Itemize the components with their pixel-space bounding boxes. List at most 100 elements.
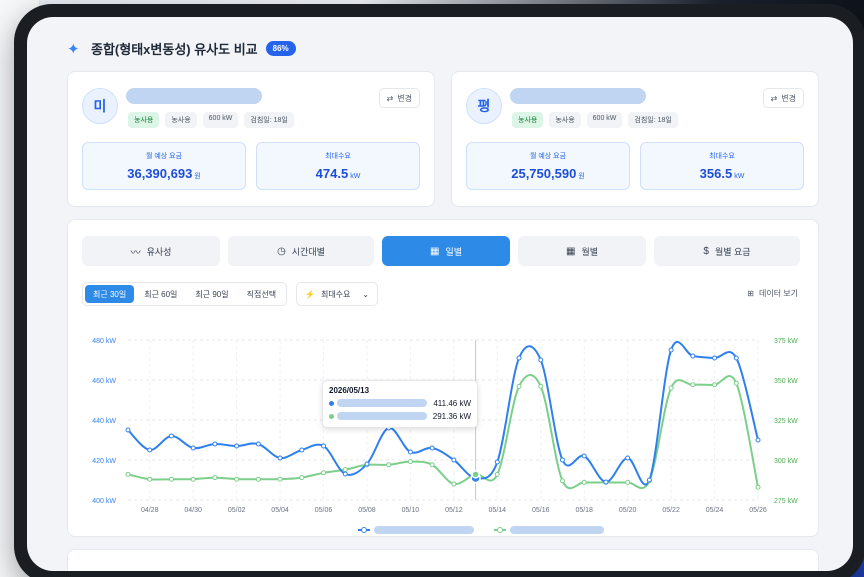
tag-usage: 농사용 bbox=[512, 112, 544, 128]
series-b-point bbox=[625, 479, 631, 485]
stat-number: 356.5 bbox=[699, 166, 733, 181]
tab-label: 유사성 bbox=[146, 246, 172, 257]
stat-unit: 원 bbox=[578, 173, 585, 180]
series-b-dot bbox=[329, 413, 334, 419]
stat-label: 최대수요 bbox=[325, 153, 351, 160]
series-a-point bbox=[581, 453, 587, 459]
chevron-down-icon: ⌄ bbox=[362, 289, 369, 299]
clock-icon: ◷ bbox=[277, 245, 286, 257]
stat-value: 36,390,693 원 bbox=[83, 166, 245, 181]
series-a-point bbox=[603, 479, 609, 485]
series-a-point bbox=[147, 447, 153, 453]
y-left-tick-label: 420 kW bbox=[92, 458, 116, 465]
site-tags: 농사용 농사용 600 kW 검침일: 18일 bbox=[128, 112, 294, 128]
stat-unit: kW bbox=[350, 173, 361, 180]
stat-monthly-fee: 월 예상 요금 36,390,693 원 bbox=[82, 142, 246, 190]
app-screen: ✦ 종합(형태x변동성) 유사도 비교 86% 미 ⇄ 변경 농사용 농사용 6… bbox=[27, 17, 853, 571]
series-b-point bbox=[125, 471, 131, 477]
series-b-point bbox=[451, 481, 457, 487]
change-site-button[interactable]: ⇄ 변경 bbox=[762, 88, 804, 108]
y-right-tick-label: 350 kW bbox=[774, 378, 798, 385]
swap-icon: ⇄ bbox=[386, 93, 394, 103]
stat-number: 36,390,693 bbox=[127, 166, 193, 181]
page-header: ✦ 종합(형태x변동성) 유사도 비교 86% bbox=[67, 39, 296, 58]
legend-series-b[interactable] bbox=[494, 526, 604, 534]
x-tick-label: 05/04 bbox=[271, 507, 289, 514]
series-b-point bbox=[234, 476, 240, 482]
tab-similarity[interactable]: 〰 유사성 bbox=[82, 236, 220, 266]
series-a-point bbox=[559, 457, 565, 463]
stat-peak-demand: 최대수요 356.5 kW bbox=[640, 142, 804, 190]
tag-usage: 농사용 bbox=[128, 112, 160, 128]
tab-hourly[interactable]: ◷ 시간대별 bbox=[228, 236, 374, 266]
trend-icon: 〰 bbox=[130, 247, 141, 259]
series-b-point bbox=[190, 476, 196, 482]
range-90-days[interactable]: 최근 90일 bbox=[187, 285, 236, 303]
legend-series-a[interactable] bbox=[358, 526, 474, 534]
series-a-point bbox=[646, 477, 652, 483]
y-right-tick-label: 325 kW bbox=[774, 418, 798, 425]
tag-usage-secondary: 농사용 bbox=[549, 112, 581, 128]
dollar-icon: $ bbox=[703, 245, 709, 257]
series-b-point bbox=[712, 382, 718, 388]
change-button-label: 변경 bbox=[397, 93, 412, 103]
hover-point-b bbox=[471, 470, 480, 479]
range-30-days[interactable]: 최근 30일 bbox=[85, 285, 135, 303]
series-a-point bbox=[234, 443, 240, 449]
tab-label: 일별 bbox=[445, 246, 462, 257]
tab-monthly-fee[interactable]: $ 월별 요금 bbox=[654, 236, 800, 266]
x-tick-label: 05/08 bbox=[358, 507, 376, 514]
site-avatar: 평 bbox=[466, 88, 502, 124]
metric-selected-value: 최대수요 bbox=[320, 289, 351, 299]
site-card-b: 평 ⇄ 변경 농사용 농사용 600 kW 검침일: 18일 월 예상 요금 2… bbox=[451, 71, 819, 207]
x-tick-label: 04/30 bbox=[184, 507, 202, 514]
stat-number: 474.5 bbox=[315, 166, 349, 181]
series-a-point bbox=[690, 353, 696, 359]
tab-monthly[interactable]: ▦ 월별 bbox=[518, 236, 646, 266]
series-b-point bbox=[277, 476, 283, 482]
series-a-point bbox=[364, 461, 370, 467]
stat-unit: kW bbox=[734, 173, 745, 180]
tag-meter-day: 검침일: 18일 bbox=[244, 112, 294, 128]
tag-meter-day: 검침일: 18일 bbox=[628, 112, 678, 128]
series-b-point bbox=[299, 475, 305, 481]
calendar-icon: ▦ bbox=[429, 245, 440, 257]
series-a-point bbox=[668, 347, 674, 353]
series-b-point bbox=[690, 382, 696, 388]
series-b-point bbox=[733, 380, 739, 386]
chart-card: 〰 유사성 ◷ 시간대별 ▦ 일별 ▦ 월별 $ 월별 요금 최근 30일 최근… bbox=[67, 219, 819, 537]
series-a-dot bbox=[329, 400, 334, 406]
y-left-tick-label: 460 kW bbox=[92, 378, 116, 385]
x-tick-label: 05/02 bbox=[228, 507, 246, 514]
series-b-point bbox=[429, 462, 435, 468]
stat-label: 월 예상 요금 bbox=[145, 153, 183, 160]
range-60-days[interactable]: 최근 60일 bbox=[136, 285, 185, 303]
x-tick-label: 04/28 bbox=[141, 507, 159, 514]
sparkle-icon: ✦ bbox=[67, 39, 80, 58]
range-custom[interactable]: 직접선택 bbox=[239, 285, 284, 303]
site-card-a: 미 ⇄ 변경 농사용 농사용 600 kW 검침일: 18일 월 예상 요금 3… bbox=[67, 71, 435, 207]
tablet-frame: ✦ 종합(형태x변동성) 유사도 비교 86% 미 ⇄ 변경 농사용 농사용 6… bbox=[14, 4, 864, 577]
y-right-tick-label: 275 kW bbox=[774, 498, 798, 505]
series-b-point bbox=[386, 462, 392, 468]
data-view-button[interactable]: ⊞ 데이터 보기 bbox=[747, 288, 798, 299]
tag-usage-secondary: 농사용 bbox=[165, 112, 197, 128]
change-site-button[interactable]: ⇄ 변경 bbox=[378, 88, 420, 108]
tab-daily[interactable]: ▦ 일별 bbox=[382, 236, 510, 266]
y-right-tick-label: 300 kW bbox=[774, 458, 798, 465]
tooltip-row-a bbox=[329, 399, 427, 407]
x-tick-label: 05/06 bbox=[315, 507, 333, 514]
series-b-point bbox=[581, 479, 587, 485]
metric-dropdown[interactable]: ⚡ 최대수요 ⌄ bbox=[296, 282, 378, 306]
tooltip-date: 2026/05/13 bbox=[329, 386, 370, 395]
page-title: 종합(형태x변동성) 유사도 비교 bbox=[91, 42, 258, 57]
x-tick-label: 05/12 bbox=[445, 507, 463, 514]
site-avatar: 미 bbox=[82, 88, 118, 124]
site-tags: 농사용 농사용 600 kW 검침일: 18일 bbox=[512, 112, 678, 128]
series-b-point bbox=[516, 383, 522, 389]
series-a-point bbox=[190, 445, 196, 451]
view-tabs: 〰 유사성 ◷ 시간대별 ▦ 일별 ▦ 월별 $ 월별 요금 bbox=[82, 236, 800, 266]
series-a-point bbox=[494, 459, 500, 465]
stat-label: 최대수요 bbox=[709, 153, 735, 160]
series-b-point bbox=[407, 459, 413, 465]
